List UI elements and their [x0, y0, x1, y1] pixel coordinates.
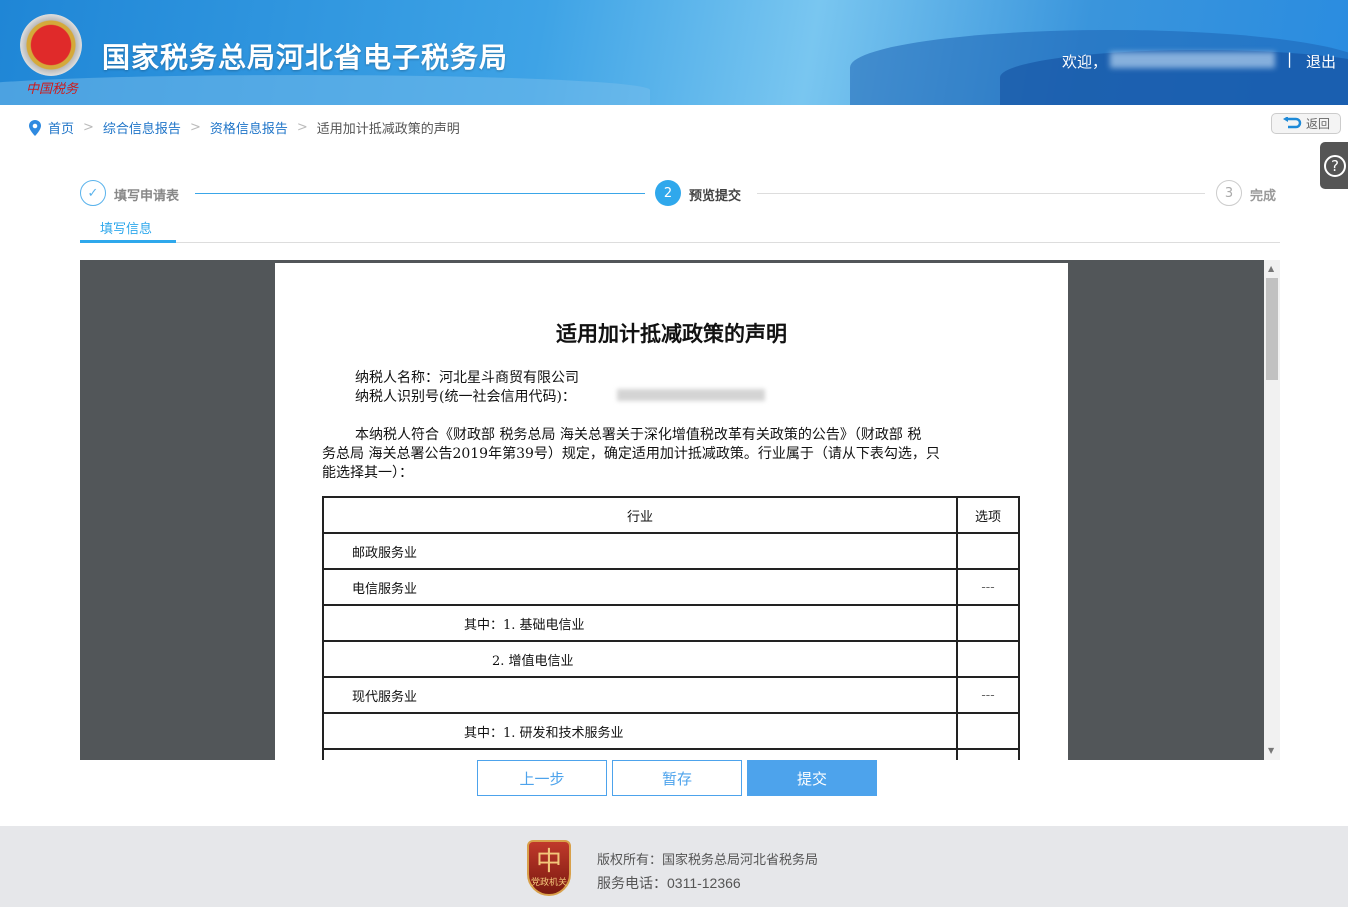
save-draft-button[interactable]: 暂存: [612, 760, 742, 796]
party-government-badge-logo: 中党政机关: [527, 840, 571, 896]
table-row: 2. 增值电信业: [322, 640, 1020, 678]
option-cell[interactable]: [956, 640, 1020, 678]
national-emblem-logo: [20, 14, 82, 76]
option-cell[interactable]: [956, 532, 1020, 570]
option-cell[interactable]: [956, 748, 1020, 760]
step-connector: [757, 193, 1205, 194]
declaration-line-3: 能选择其一）：: [322, 465, 413, 481]
industry-name: 2. 增值电信业: [322, 640, 958, 678]
step-3-number: 3: [1216, 180, 1242, 206]
option-cell[interactable]: [956, 604, 1020, 642]
emblem-caption: 中国税务: [26, 82, 79, 97]
industry-name: 其中：1. 研发和技术服务业: [322, 712, 958, 750]
industry-name: 电信服务业: [322, 568, 958, 606]
table-row: 其中：1. 基础电信业: [322, 604, 1020, 642]
badge-caption: 党政机关: [530, 878, 567, 888]
location-pin-icon: [29, 119, 41, 136]
submit-button[interactable]: 提交: [747, 760, 877, 796]
back-button[interactable]: 返回: [1271, 113, 1341, 134]
breadcrumb-separator: >: [189, 120, 201, 135]
return-arrow-icon: [1282, 116, 1302, 128]
option-cell[interactable]: ---: [956, 676, 1020, 714]
help-icon: ?: [1324, 154, 1346, 177]
table-row: 邮政服务业: [322, 532, 1020, 570]
industry-table: 行业 选项 邮政服务业 电信服务业 --- 其中：1. 基础电信业 2. 增值电信业 现代…: [322, 496, 1020, 760]
tab-divider: [80, 242, 1280, 243]
tab-active-indicator: [80, 240, 176, 243]
scroll-down-icon[interactable]: ▼: [1268, 746, 1274, 755]
scroll-up-icon[interactable]: ▲: [1268, 264, 1274, 273]
logout-link[interactable]: 退出: [1306, 51, 1336, 72]
breadcrumb-separator: >: [296, 120, 308, 135]
previous-step-button[interactable]: 上一步: [477, 760, 607, 796]
step-2-number: 2: [655, 180, 681, 206]
step-connector: [195, 193, 645, 194]
site-title: 国家税务总局河北省电子税务局: [102, 41, 509, 74]
header-separator: |: [1287, 50, 1293, 68]
breadcrumb-current: 适用加计抵减政策的声明: [316, 122, 460, 137]
breadcrumb: 首页 > 综合信息报告 > 资格信息报告 > 适用加计抵减政策的声明: [28, 118, 460, 137]
taxpayer-id-label: 纳税人识别号(统一社会信用代码)：: [355, 389, 576, 405]
breadcrumb-qualification-report[interactable]: 资格信息报告: [210, 118, 288, 137]
industry-name: 其中：1. 基础电信业: [322, 604, 958, 642]
scrollbar-thumb[interactable]: [1266, 278, 1278, 380]
step-1-check-icon: ✓: [80, 180, 106, 206]
back-label: 返回: [1305, 117, 1330, 131]
service-phone: 服务电话：0311-12366: [597, 875, 741, 891]
industry-name: 邮政服务业: [322, 532, 958, 570]
option-cell[interactable]: ---: [956, 568, 1020, 606]
help-button[interactable]: ?: [1320, 142, 1348, 189]
step-2-label: 预览提交: [689, 189, 742, 204]
table-row: [322, 748, 1020, 760]
taxpayer-name: 纳税人名称：河北星斗商贸有限公司: [355, 370, 579, 386]
breadcrumb-separator: >: [83, 120, 94, 135]
pdf-viewer[interactable]: 适用加计抵减政策的声明 纳税人名称：河北星斗商贸有限公司 纳税人识别号(统一社会…: [80, 260, 1280, 760]
document-page: 适用加计抵减政策的声明 纳税人名称：河北星斗商贸有限公司 纳税人识别号(统一社会…: [275, 263, 1068, 760]
declaration-line-2: 务总局 海关总署公告2019年第39号）规定，确定适用加计抵减政策。行业属于（请…: [322, 446, 940, 462]
breadcrumb-comprehensive-report[interactable]: 综合信息报告: [103, 118, 181, 137]
tab-fill-info[interactable]: 填写信息: [100, 218, 152, 237]
table-row: 电信服务业 ---: [322, 568, 1020, 606]
step-1-label: 填写申请表: [114, 189, 180, 204]
username-redacted: [1110, 52, 1275, 68]
copyright-text: 版权所有：国家税务总局河北省税务局: [597, 853, 819, 868]
industry-name: [322, 748, 958, 760]
taxpayer-id-redacted: [617, 389, 765, 401]
table-row: 其中：1. 研发和技术服务业: [322, 712, 1020, 750]
document-title: 适用加计抵减政策的声明: [556, 321, 787, 346]
site-header: 中国税务 国家税务总局河北省电子税务局 欢迎， | 退出: [0, 0, 1348, 105]
header-option: 选项: [956, 496, 1020, 534]
declaration-line-1: 本纳税人符合《财政部 税务总局 海关总署关于深化增值税改革有关政策的公告》（财政…: [355, 427, 922, 443]
option-cell[interactable]: [956, 712, 1020, 750]
industry-name: 现代服务业: [322, 676, 958, 714]
table-row: 现代服务业 ---: [322, 676, 1020, 714]
table-header-row: 行业 选项: [322, 496, 1020, 534]
welcome-text: 欢迎，: [1062, 53, 1108, 71]
step-3-label: 完成: [1250, 189, 1277, 204]
header-industry: 行业: [322, 496, 958, 534]
breadcrumb-home[interactable]: 首页: [48, 118, 74, 137]
